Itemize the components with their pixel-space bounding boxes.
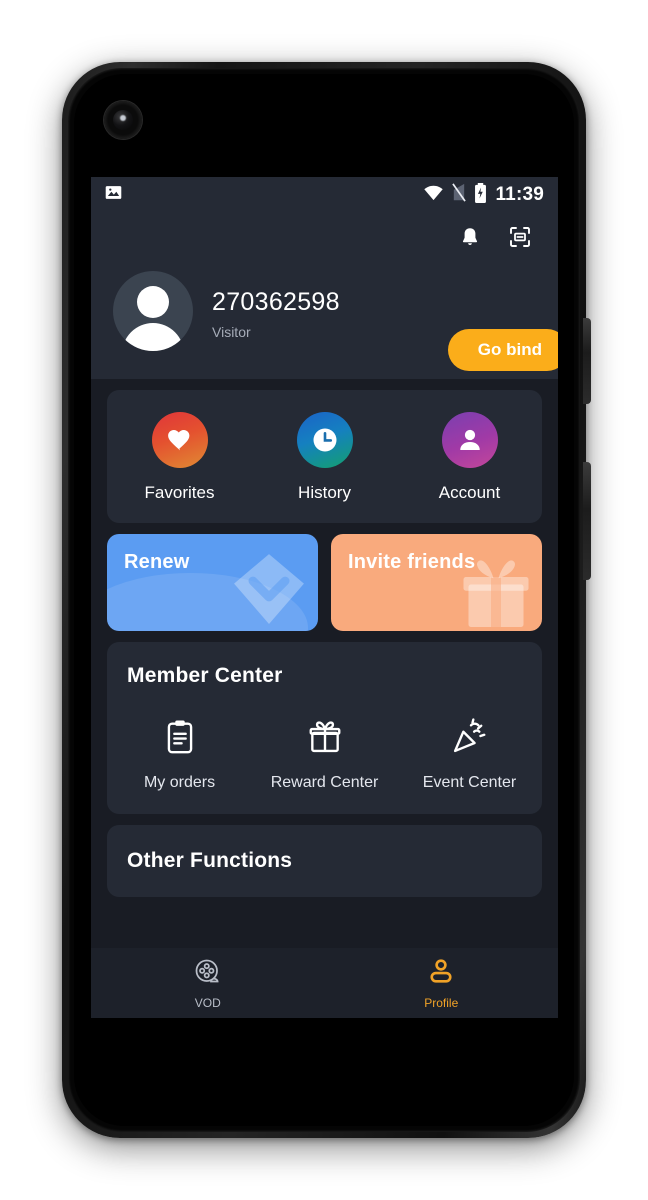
quick-action-history[interactable]: History — [252, 412, 397, 503]
diamond-icon — [226, 546, 312, 631]
power-button[interactable] — [583, 462, 591, 580]
nav-label: VOD — [194, 995, 221, 1010]
member-center-items: My orders Reward Center Event Center — [107, 718, 542, 792]
promo-title: Invite friends — [348, 551, 476, 573]
scan-frame-icon[interactable] — [508, 225, 532, 249]
promo-card-renew[interactable]: Renew — [107, 534, 318, 631]
member-item-my-orders[interactable]: My orders — [107, 718, 252, 792]
member-item-label: Reward Center — [270, 774, 379, 791]
quick-action-label: Favorites — [144, 483, 215, 502]
volume-button[interactable] — [583, 318, 591, 404]
member-item-reward-center[interactable]: Reward Center — [252, 718, 397, 792]
profile-person-icon — [426, 957, 456, 992]
quick-action-account[interactable]: Account — [397, 412, 542, 503]
other-functions-card[interactable]: Other Functions — [107, 825, 542, 897]
status-bar: 11:39 — [91, 177, 558, 213]
clock-time: 11:39 — [495, 184, 544, 205]
member-item-label: My orders — [143, 774, 216, 791]
go-bind-button[interactable]: Go bind — [447, 329, 558, 371]
avatar-body — [122, 323, 184, 351]
party-popper-icon — [451, 718, 489, 761]
user-role: Visitor — [212, 324, 251, 340]
quick-action-favorites[interactable]: Favorites — [107, 412, 252, 503]
promo-title: Renew — [124, 551, 190, 573]
member-item-event-center[interactable]: Event Center — [397, 718, 542, 792]
quick-actions-card: Favorites History Account — [107, 390, 542, 523]
avatar-head — [137, 286, 169, 318]
phone-screen: 11:39 270362598 Visitor Go bind Favorite… — [91, 177, 558, 1018]
member-item-label: Event Center — [422, 774, 517, 791]
profile-header: 270362598 Visitor Go bind — [91, 261, 558, 379]
wifi-icon — [423, 184, 444, 206]
avatar[interactable] — [113, 271, 193, 351]
nav-label: Profile — [424, 995, 459, 1010]
member-center-card: Member Center My orders Reward Center Ev… — [107, 642, 542, 814]
promo-row: Renew Invite friends — [107, 534, 542, 631]
battery-charging-icon — [474, 182, 487, 208]
profile-info: 270362598 Visitor — [212, 271, 340, 340]
signal-off-icon — [452, 183, 467, 207]
film-reel-icon — [193, 957, 223, 992]
clipboard-icon — [161, 718, 199, 761]
quick-action-label: History — [298, 483, 351, 502]
quick-action-label: Account — [438, 483, 501, 502]
gift-outline-icon — [306, 718, 344, 761]
member-center-title: Member Center — [127, 664, 283, 687]
screenshot-stage: 11:39 270362598 Visitor Go bind Favorite… — [0, 0, 648, 1200]
bell-icon[interactable] — [458, 225, 482, 249]
header-icon-row — [91, 213, 558, 261]
nav-item-profile[interactable]: Profile — [325, 957, 559, 1010]
person-icon — [441, 412, 498, 468]
status-bar-right: 11:39 — [423, 182, 544, 208]
username: 270362598 — [212, 288, 340, 316]
heart-icon — [151, 412, 208, 468]
promo-card-invite[interactable]: Invite friends — [331, 534, 542, 631]
nav-item-vod[interactable]: VOD — [91, 957, 325, 1010]
image-icon — [105, 184, 122, 206]
bottom-navigation: VOD Profile — [91, 948, 558, 1018]
clock-icon — [296, 412, 353, 468]
front-camera-glint — [120, 115, 126, 121]
other-functions-title: Other Functions — [127, 849, 293, 872]
